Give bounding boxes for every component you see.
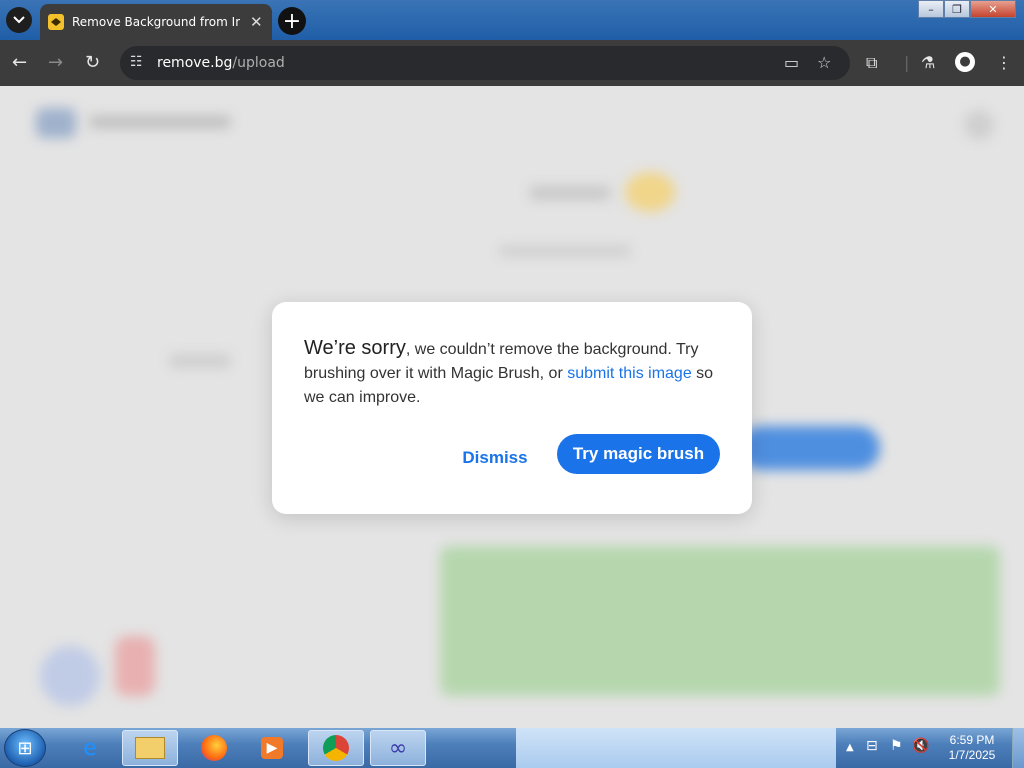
file-explorer-icon[interactable]: [122, 730, 178, 766]
browser-toolbar: ← → ↻ ☷ remove.bg/upload ▭ ☆ ⧉ | ⚗ ● ⋮: [0, 40, 1024, 86]
error-message: We’re sorry, we couldn’t remove the back…: [304, 336, 724, 410]
clock-time: 6:59 PM: [949, 733, 995, 747]
blurred-emoji: [625, 172, 675, 212]
show-desktop-button[interactable]: [1012, 728, 1024, 768]
taskbar-preview-area: [516, 728, 836, 768]
back-icon[interactable]: ←: [12, 52, 27, 73]
internet-explorer-icon[interactable]: e: [62, 730, 118, 766]
blurred-line: [500, 246, 630, 256]
media-player-icon[interactable]: ▶: [244, 730, 300, 766]
browser-tab[interactable]: Remove Background from Image ✕: [40, 4, 272, 40]
blurred-logo-text: [90, 116, 230, 128]
system-clock[interactable]: 6:59 PM 1/7/2025: [938, 733, 1006, 763]
try-magic-brush-button[interactable]: Try magic brush: [557, 434, 720, 474]
tab-search-button[interactable]: [6, 7, 32, 33]
show-hidden-icon[interactable]: ▲: [846, 742, 854, 753]
labs-icon[interactable]: ⚗: [921, 53, 935, 72]
extensions-icon[interactable]: ⧉: [866, 53, 877, 73]
submit-image-link[interactable]: submit this image: [567, 365, 692, 382]
site-settings-icon[interactable]: ☷: [130, 54, 143, 70]
tab-close-icon[interactable]: ✕: [250, 13, 263, 31]
new-tab-button[interactable]: +: [278, 7, 306, 35]
network-icon[interactable]: ⊟: [866, 738, 878, 754]
action-center-flag-icon[interactable]: ⚑: [890, 738, 903, 754]
dismiss-button[interactable]: Dismiss: [452, 440, 538, 476]
blurred-label: [170, 354, 230, 368]
maximize-button[interactable]: ❐: [944, 0, 970, 18]
start-orb-icon[interactable]: ⊞: [4, 729, 46, 767]
chrome-icon[interactable]: [308, 730, 364, 766]
bookmark-star-icon[interactable]: ☆: [817, 53, 831, 72]
minimize-button[interactable]: –: [918, 0, 944, 18]
url-text: remove.bg/upload: [157, 55, 285, 71]
toolbar-divider: |: [904, 53, 910, 72]
blurred-green-panel: [440, 546, 1000, 696]
blurred-button: [740, 426, 880, 470]
cast-icon[interactable]: ▭: [784, 53, 799, 72]
blurred-red-shape: [115, 636, 155, 696]
blurred-heading: [530, 186, 610, 200]
window-controls: – ❐ ✕: [918, 0, 1016, 18]
profile-icon[interactable]: ●: [955, 52, 975, 72]
error-dialog: We’re sorry, we couldn’t remove the back…: [272, 302, 752, 514]
tab-title: Remove Background from Image: [72, 15, 240, 29]
menu-icon[interactable]: ⋮: [996, 53, 1012, 72]
blurred-logo: [36, 108, 76, 138]
reload-icon[interactable]: ↻: [85, 52, 100, 73]
close-window-button[interactable]: ✕: [970, 0, 1016, 18]
firefox-icon[interactable]: [186, 730, 242, 766]
address-bar[interactable]: ☷ remove.bg/upload ▭ ☆: [120, 46, 850, 80]
forward-icon[interactable]: →: [48, 52, 63, 73]
error-lead: We’re sorry: [304, 337, 406, 359]
volume-muted-icon[interactable]: 🔇: [912, 738, 929, 754]
taskbar: ⊞ e ▶ ∞ ▲ ⊟ ⚑ 🔇 6:59 PM 1/7/2025: [0, 728, 1024, 768]
clock-date: 1/7/2025: [948, 748, 996, 762]
favicon: [48, 14, 64, 30]
blurred-blue-circle: [40, 646, 100, 706]
chevron-down-icon: [13, 16, 25, 24]
blurred-menu: [964, 110, 994, 140]
app-infinity-icon[interactable]: ∞: [370, 730, 426, 766]
title-bar: Remove Background from Image ✕ + – ❐ ✕: [0, 0, 1024, 40]
